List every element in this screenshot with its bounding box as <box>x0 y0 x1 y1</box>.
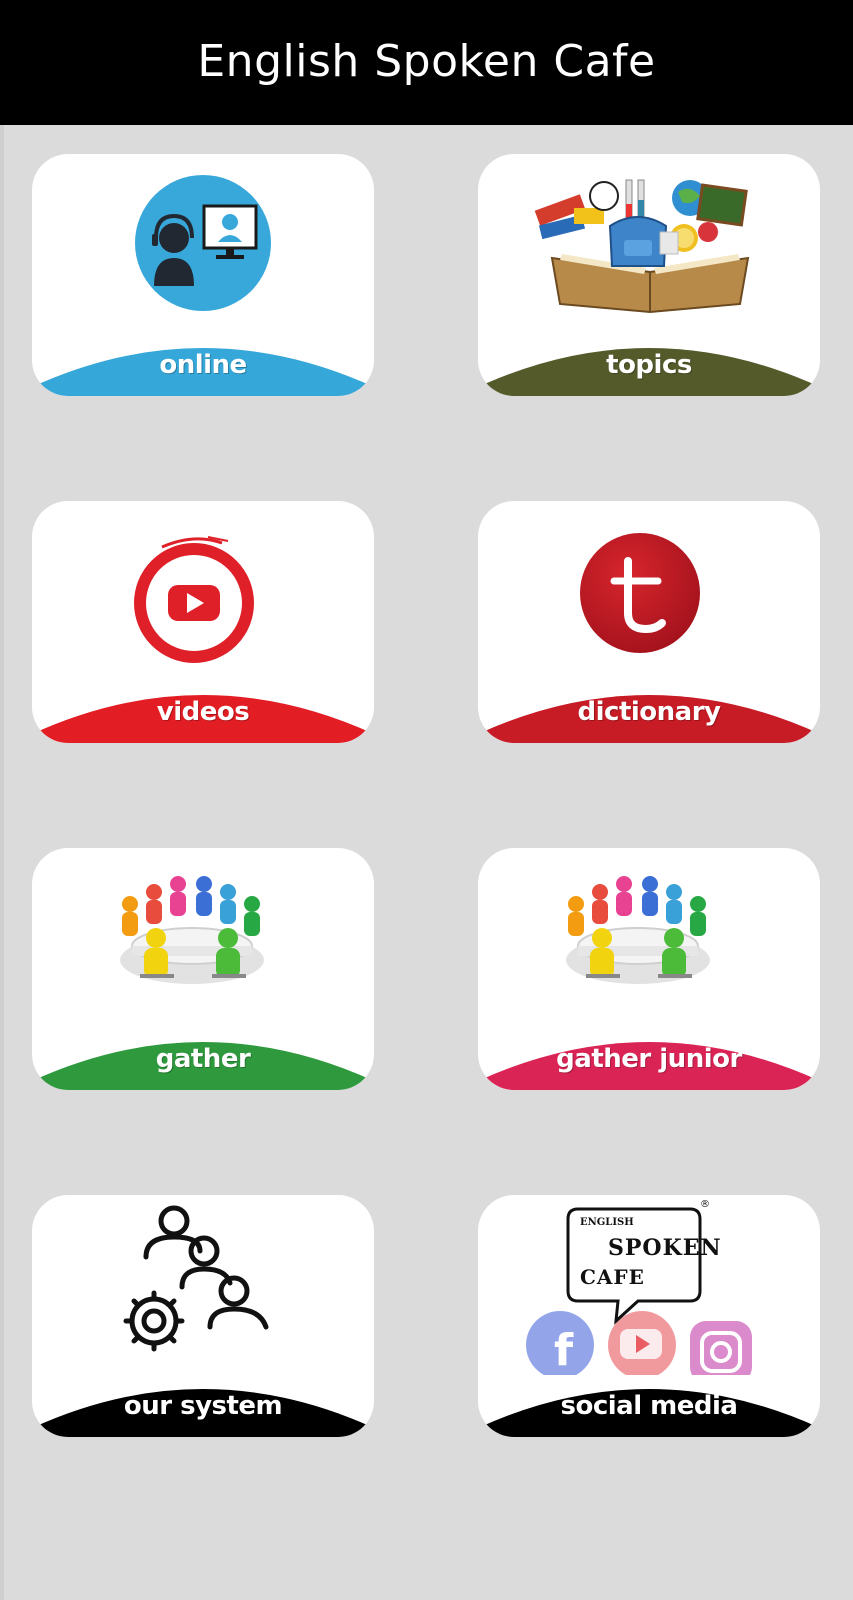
our-system-card[interactable]: our system <box>32 1195 374 1437</box>
online-label: online <box>159 350 247 380</box>
youtube-play-icon <box>32 501 374 681</box>
app-bar: English Spoken Cafe <box>0 0 853 125</box>
videos-label: videos <box>156 697 250 727</box>
screen-edge <box>0 125 4 1600</box>
round-table-people-icon <box>32 848 374 1028</box>
topics-card[interactable]: topics <box>478 154 820 396</box>
gather-junior-card[interactable]: gather junior <box>478 848 820 1090</box>
gather-label: gather <box>155 1044 251 1074</box>
our-system-label: our system <box>123 1391 283 1421</box>
dictionary-card[interactable]: dictionary <box>478 501 820 743</box>
topics-label: topics <box>606 350 692 380</box>
online-card[interactable]: online <box>32 154 374 396</box>
gather-card[interactable]: gather <box>32 848 374 1090</box>
social-logo-cafe: CAFE <box>580 1265 645 1289</box>
round-table-people-icon <box>478 848 820 1028</box>
videos-card[interactable]: videos <box>32 501 374 743</box>
social-media-label: social media <box>560 1391 738 1421</box>
people-gear-icon <box>32 1195 374 1375</box>
dictionary-label: dictionary <box>577 697 721 727</box>
social-logo-english: ENGLISH <box>580 1217 634 1228</box>
social-logo-registered: ® <box>700 1199 710 1210</box>
app-title: English Spoken Cafe <box>197 36 656 87</box>
open-book-school-icon <box>478 154 820 334</box>
t-letter-icon <box>478 501 820 681</box>
svg-text:f: f <box>554 1325 574 1375</box>
social-media-card[interactable]: f ENGLISH SPOKEN CAFE ® social media <box>478 1195 820 1437</box>
social-media-logo-icon: f ENGLISH SPOKEN CAFE ® <box>478 1195 820 1375</box>
online-tutor-icon <box>32 154 374 334</box>
social-logo-spoken: SPOKEN <box>608 1235 722 1261</box>
gather-junior-label: gather junior <box>556 1044 742 1074</box>
